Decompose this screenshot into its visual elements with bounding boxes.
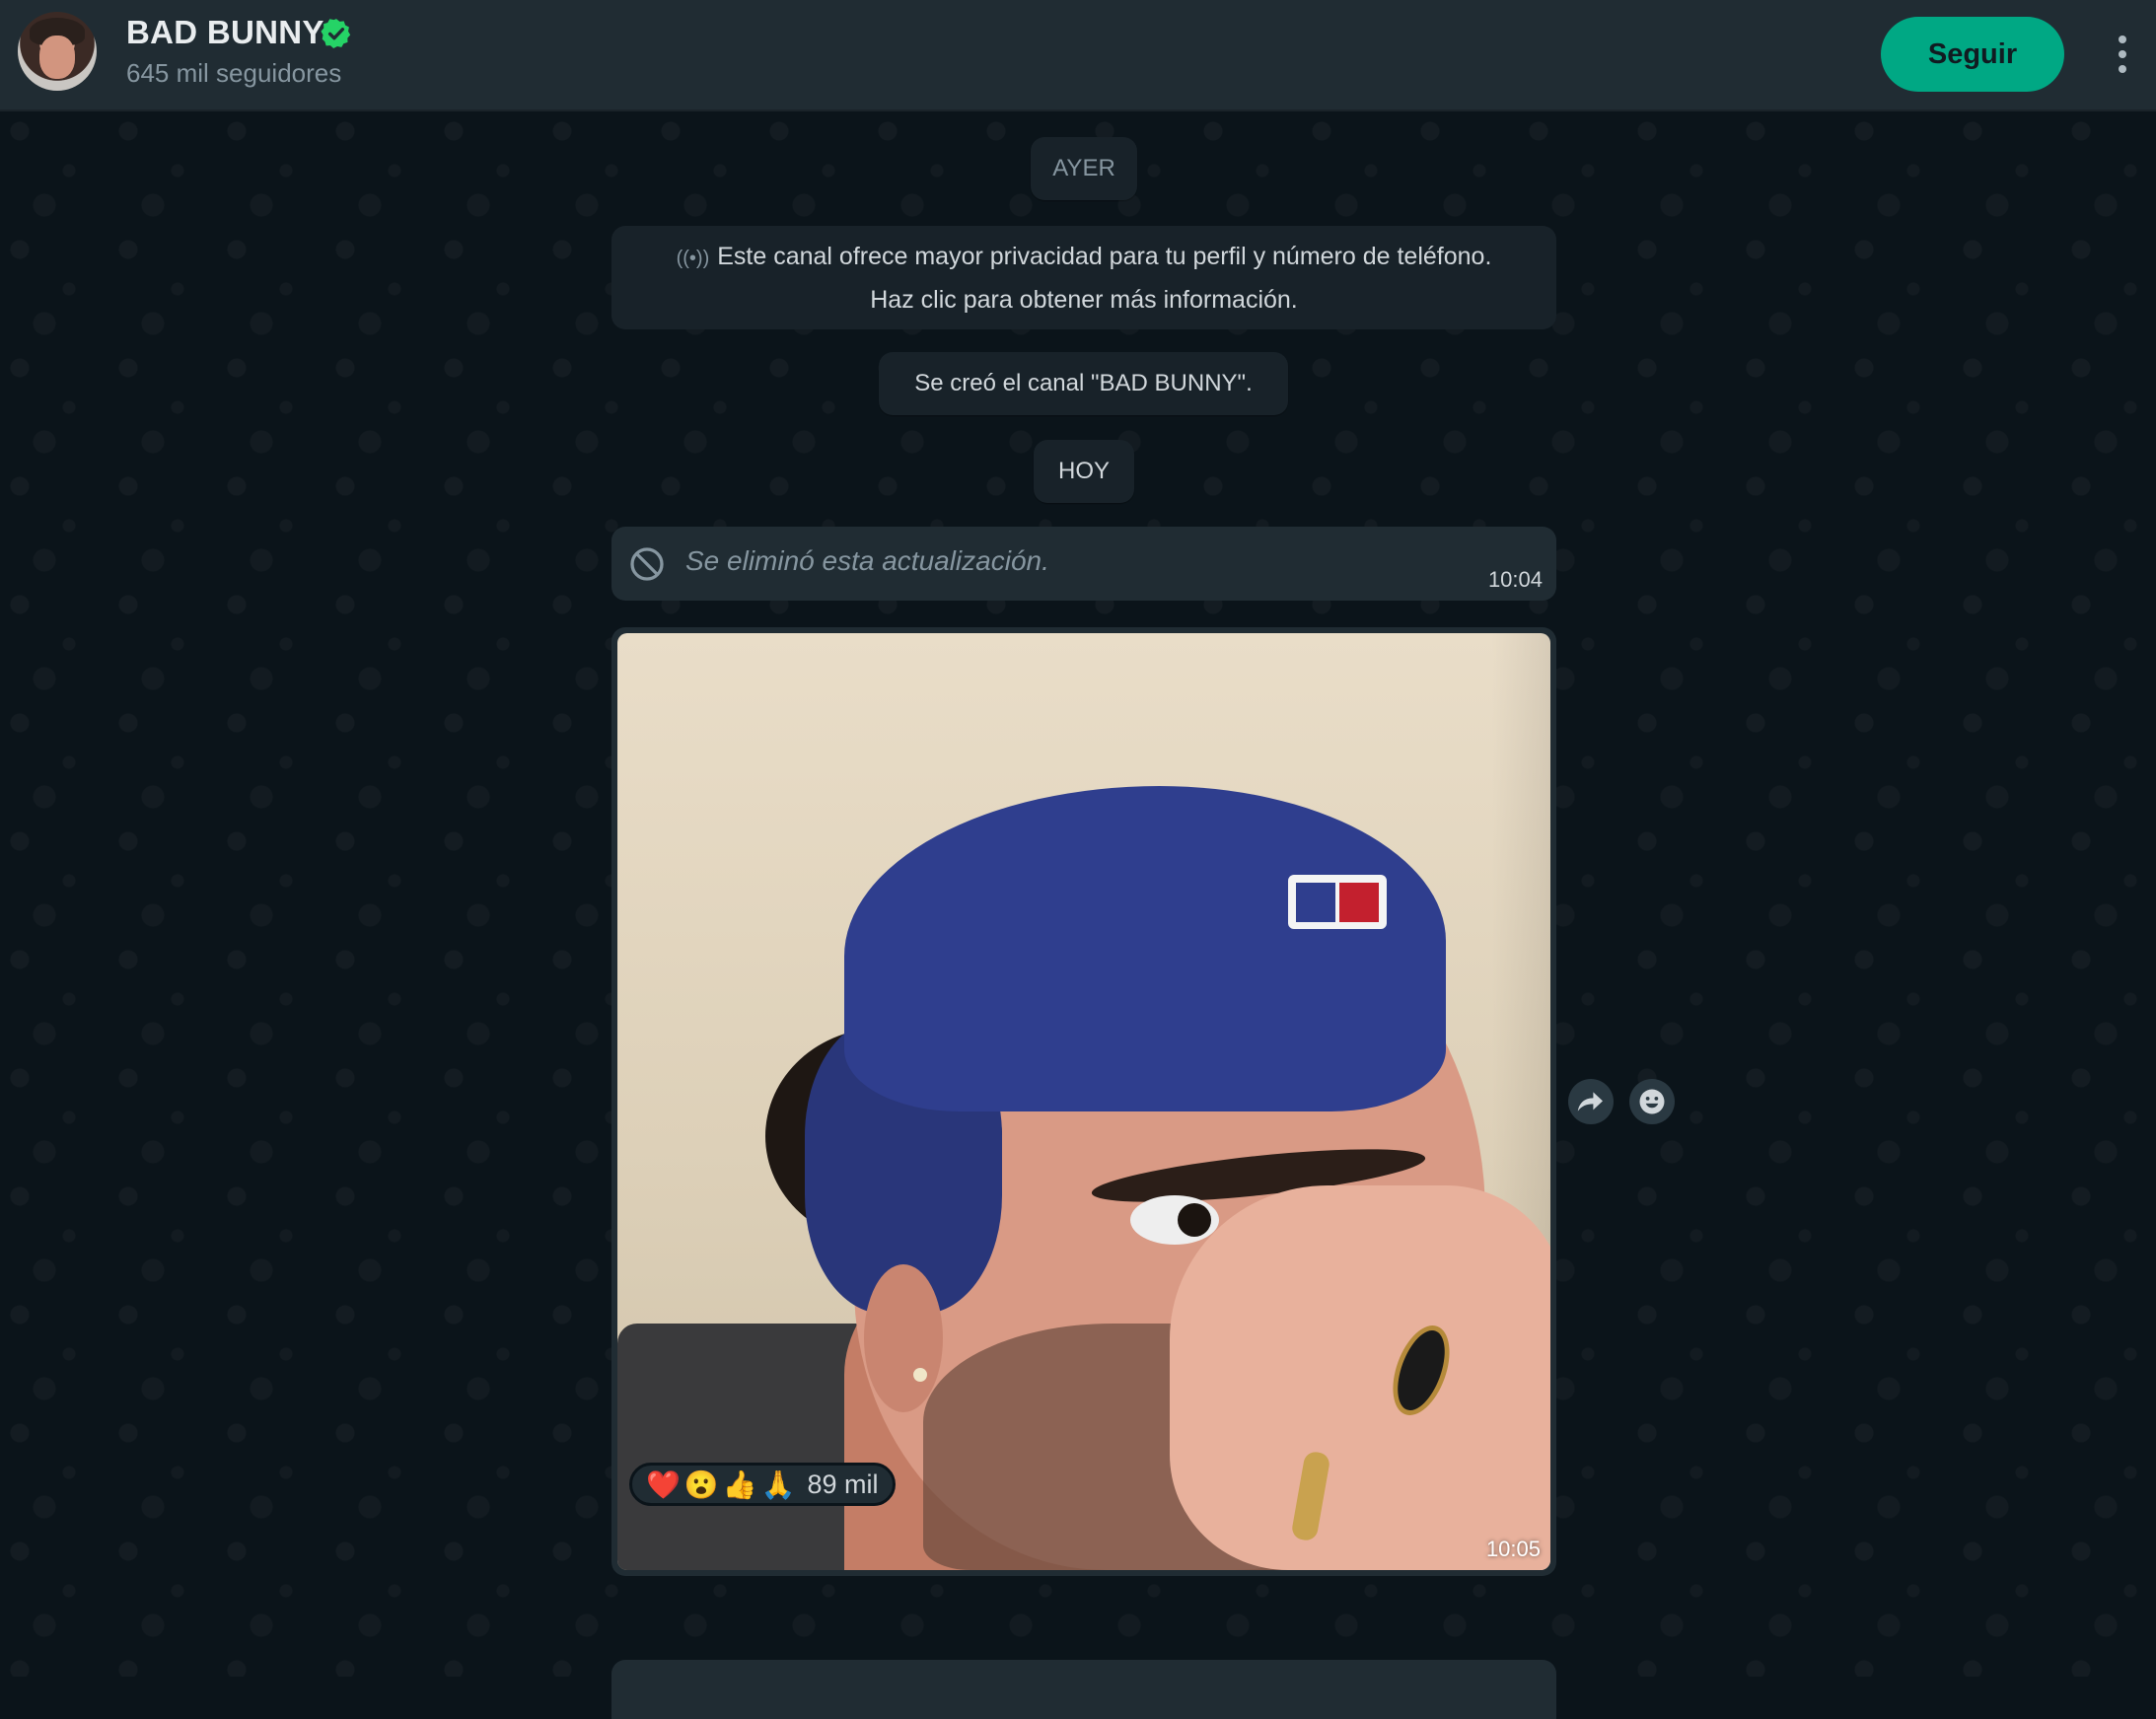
date-divider-yesterday: AYER <box>1031 137 1137 200</box>
photo-message-bubble[interactable]: 10:05 <box>611 627 1556 1576</box>
reaction-surprised: 😮 <box>683 1468 719 1500</box>
photo-image[interactable]: 10:05 <box>617 633 1550 1570</box>
date-yesterday-label: AYER <box>1052 155 1115 181</box>
reaction-heart: ❤️ <box>646 1468 681 1500</box>
deleted-message-time: 10:04 <box>1487 567 1543 592</box>
channel-avatar[interactable] <box>18 12 97 91</box>
follow-button[interactable]: Seguir <box>1881 17 2064 92</box>
privacy-notice-line2: Haz clic para obtener más información. <box>870 286 1298 314</box>
photo-hand <box>1170 1185 1550 1570</box>
deleted-message-bubble[interactable]: Se eliminó esta actualización. 10:04 <box>611 527 1556 601</box>
privacy-notice[interactable]: ((•)) Este canal ofrece mayor privacidad … <box>611 226 1556 329</box>
reaction-pray: 🙏 <box>760 1468 796 1500</box>
followers-count: 645 mil seguidores <box>126 58 342 88</box>
privacy-notice-line1: Este canal ofrece mayor privacidad para … <box>717 243 1492 270</box>
broadcast-icon: ((•)) <box>676 248 710 269</box>
photo-ear <box>864 1264 943 1412</box>
photo-earring <box>913 1368 927 1382</box>
photo-eye <box>1130 1195 1219 1245</box>
reactions-bar[interactable]: ❤️ 😮 👍 🙏 89 mil <box>629 1463 896 1506</box>
channel-created-label: Se creó el canal "BAD BUNNY". <box>914 370 1253 396</box>
ban-icon <box>630 547 664 581</box>
forward-icon[interactable] <box>1568 1079 1614 1124</box>
reaction-thumbs-up: 👍 <box>722 1468 757 1500</box>
forward-arrow-icon <box>1577 1092 1603 1111</box>
system-message-channel-created: Se creó el canal "BAD BUNNY". <box>879 352 1288 415</box>
photo-message-time: 10:05 <box>1485 1537 1541 1561</box>
date-today-label: HOY <box>1057 458 1110 484</box>
date-divider-today: HOY <box>1034 440 1134 503</box>
channel-header: BAD BUNNY 645 mil seguidores Seguir <box>0 0 2156 111</box>
deleted-message-text: Se eliminó esta actualización. <box>685 545 1049 576</box>
reactions-count: 89 mil <box>807 1468 879 1499</box>
react-emoji-icon[interactable] <box>1629 1079 1675 1124</box>
privacy-notice-line1-row: ((•)) Este canal ofrece mayor privacidad … <box>611 236 1556 279</box>
photo-cap-logo <box>1288 875 1387 929</box>
next-message-bubble[interactable] <box>611 1660 1556 1719</box>
avatar-face <box>39 36 75 79</box>
channel-name[interactable]: BAD BUNNY <box>126 14 324 51</box>
smiley-icon <box>1639 1089 1665 1114</box>
photo-cap <box>844 786 1446 1111</box>
verified-badge-icon <box>321 19 351 49</box>
kebab-menu-icon[interactable] <box>2107 30 2138 79</box>
